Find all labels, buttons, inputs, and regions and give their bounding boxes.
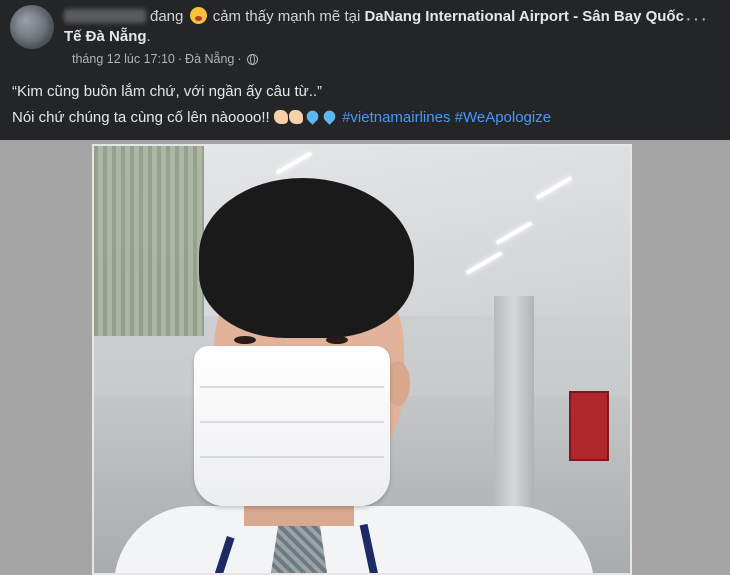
mask-fold <box>200 456 384 458</box>
caption-line-1: “Kim cũng buồn lắm chứ, với ngần ấy câu … <box>12 83 323 100</box>
blue-heart-icon <box>321 108 338 125</box>
globe-icon[interactable] <box>246 53 258 65</box>
photo-red-cabinet <box>569 391 609 461</box>
post-photo[interactable] <box>92 144 632 575</box>
hashtag-vietnamairlines[interactable]: #vietnamairlines <box>342 109 450 126</box>
hashtag-weapologize[interactable]: #WeApologize <box>455 109 551 126</box>
blurred-author-name[interactable] <box>64 9 146 23</box>
crying-emoji-icon <box>189 7 207 24</box>
header-period: . <box>146 28 151 45</box>
header-feeling: cảm thấy mạnh mẽ tại <box>212 8 361 25</box>
mask-fold <box>200 421 384 423</box>
post-header: đang cảm thấy mạnh mẽ tại DaNang Interna… <box>64 7 684 47</box>
photo-eye <box>234 336 256 344</box>
flexed-biceps-icon <box>273 110 288 124</box>
meta-separator-2: · <box>237 52 242 66</box>
photo-hair <box>199 178 414 338</box>
header-verb: đang <box>150 8 184 25</box>
photo-window <box>94 146 204 336</box>
photo-tie <box>269 526 329 573</box>
photo-container <box>0 140 730 575</box>
meta-separator: · <box>177 52 183 66</box>
post-place[interactable]: Đà Nẵng <box>185 51 234 67</box>
caption-line-2: Nói chứ chúng ta cùng cố lên nàoooo!! <box>12 109 270 126</box>
more-options-button[interactable]: ··· <box>685 9 708 29</box>
profile-avatar[interactable] <box>10 5 54 49</box>
facebook-post: đang cảm thấy mạnh mẽ tại DaNang Interna… <box>0 0 730 575</box>
post-meta: tháng 12 lúc 17:10 · Đà Nẵng · <box>72 51 258 67</box>
caption-line-2-row: Nói chứ chúng ta cùng cố lên nàoooo!! #v… <box>12 105 551 131</box>
photo-face-mask <box>194 346 390 506</box>
mask-fold <box>200 386 384 388</box>
post-timestamp[interactable]: tháng 12 lúc 17:10 <box>72 51 175 67</box>
blue-heart-icon <box>304 108 321 125</box>
flexed-biceps-icon <box>288 110 303 124</box>
post-caption: “Kim cũng buồn lắm chứ, với ngần ấy câu … <box>12 79 551 131</box>
photo-eye <box>326 336 348 344</box>
photo-shirt <box>114 506 594 573</box>
